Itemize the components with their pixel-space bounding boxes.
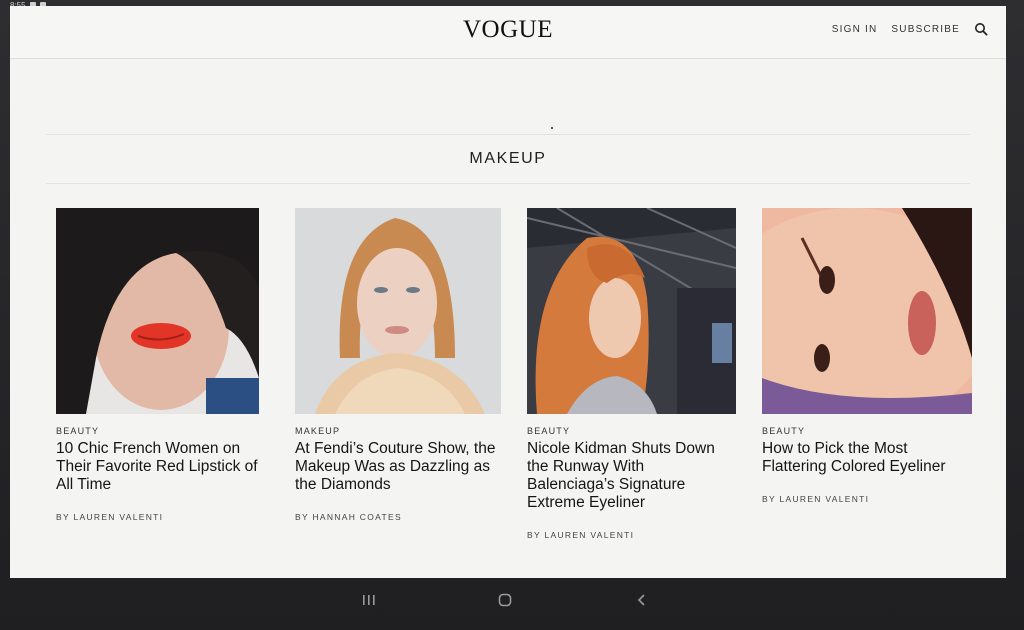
article-image[interactable]	[527, 208, 736, 414]
article-byline: BY LAUREN VALENTI	[527, 530, 635, 540]
article-title[interactable]: How to Pick the Most Flattering Colored …	[762, 440, 972, 476]
article-image[interactable]	[762, 208, 972, 414]
vogue-logo[interactable]: VOGUE	[463, 16, 553, 44]
article-byline: BY LAUREN VALENTI	[56, 512, 164, 522]
section-header: MAKEUP	[46, 134, 970, 184]
system-navigation-bar	[0, 582, 1024, 622]
article-image[interactable]	[56, 208, 259, 414]
subscribe-link[interactable]: SUBSCRIBE	[891, 24, 960, 35]
recents-icon[interactable]	[359, 590, 379, 610]
article-byline: BY LAUREN VALENTI	[762, 494, 870, 504]
article-byline: BY HANNAH COATES	[295, 512, 402, 522]
article-card[interactable]: BEAUTY How to Pick the Most Flattering C…	[762, 208, 972, 504]
site-header: VOGUE SIGN IN SUBSCRIBE	[10, 6, 1006, 59]
article-title[interactable]: Nicole Kidman Shuts Down the Runway With…	[527, 440, 736, 512]
article-rubric[interactable]: BEAUTY	[762, 426, 972, 436]
sign-in-link[interactable]: SIGN IN	[832, 24, 878, 35]
back-icon[interactable]	[632, 590, 652, 610]
article-rubric[interactable]: BEAUTY	[527, 426, 736, 436]
section-title: MAKEUP	[469, 150, 547, 167]
article-rubric[interactable]: BEAUTY	[56, 426, 259, 436]
browser-viewport: VOGUE SIGN IN SUBSCRIBE MAKEUP BEAUTY 10…	[10, 6, 1006, 578]
article-title[interactable]: 10 Chic French Women on Their Favorite R…	[56, 440, 259, 494]
divider-dot	[551, 127, 553, 129]
article-card[interactable]: BEAUTY 10 Chic French Women on Their Fav…	[56, 208, 259, 522]
article-title[interactable]: At Fendi’s Couture Show, the Makeup Was …	[295, 440, 501, 494]
article-card[interactable]: BEAUTY Nicole Kidman Shuts Down the Runw…	[527, 208, 736, 540]
article-image[interactable]	[295, 208, 501, 414]
header-actions: SIGN IN SUBSCRIBE	[832, 22, 988, 36]
home-icon[interactable]	[495, 590, 515, 610]
article-card[interactable]: MAKEUP At Fendi’s Couture Show, the Make…	[295, 208, 501, 522]
article-rubric[interactable]: MAKEUP	[295, 426, 501, 436]
article-grid: BEAUTY 10 Chic French Women on Their Fav…	[56, 208, 972, 568]
tablet-device: 8:55 VOGUE SIGN IN SUBSCRIBE MAKEUP BEAU…	[0, 0, 1024, 630]
search-icon[interactable]	[974, 22, 988, 36]
